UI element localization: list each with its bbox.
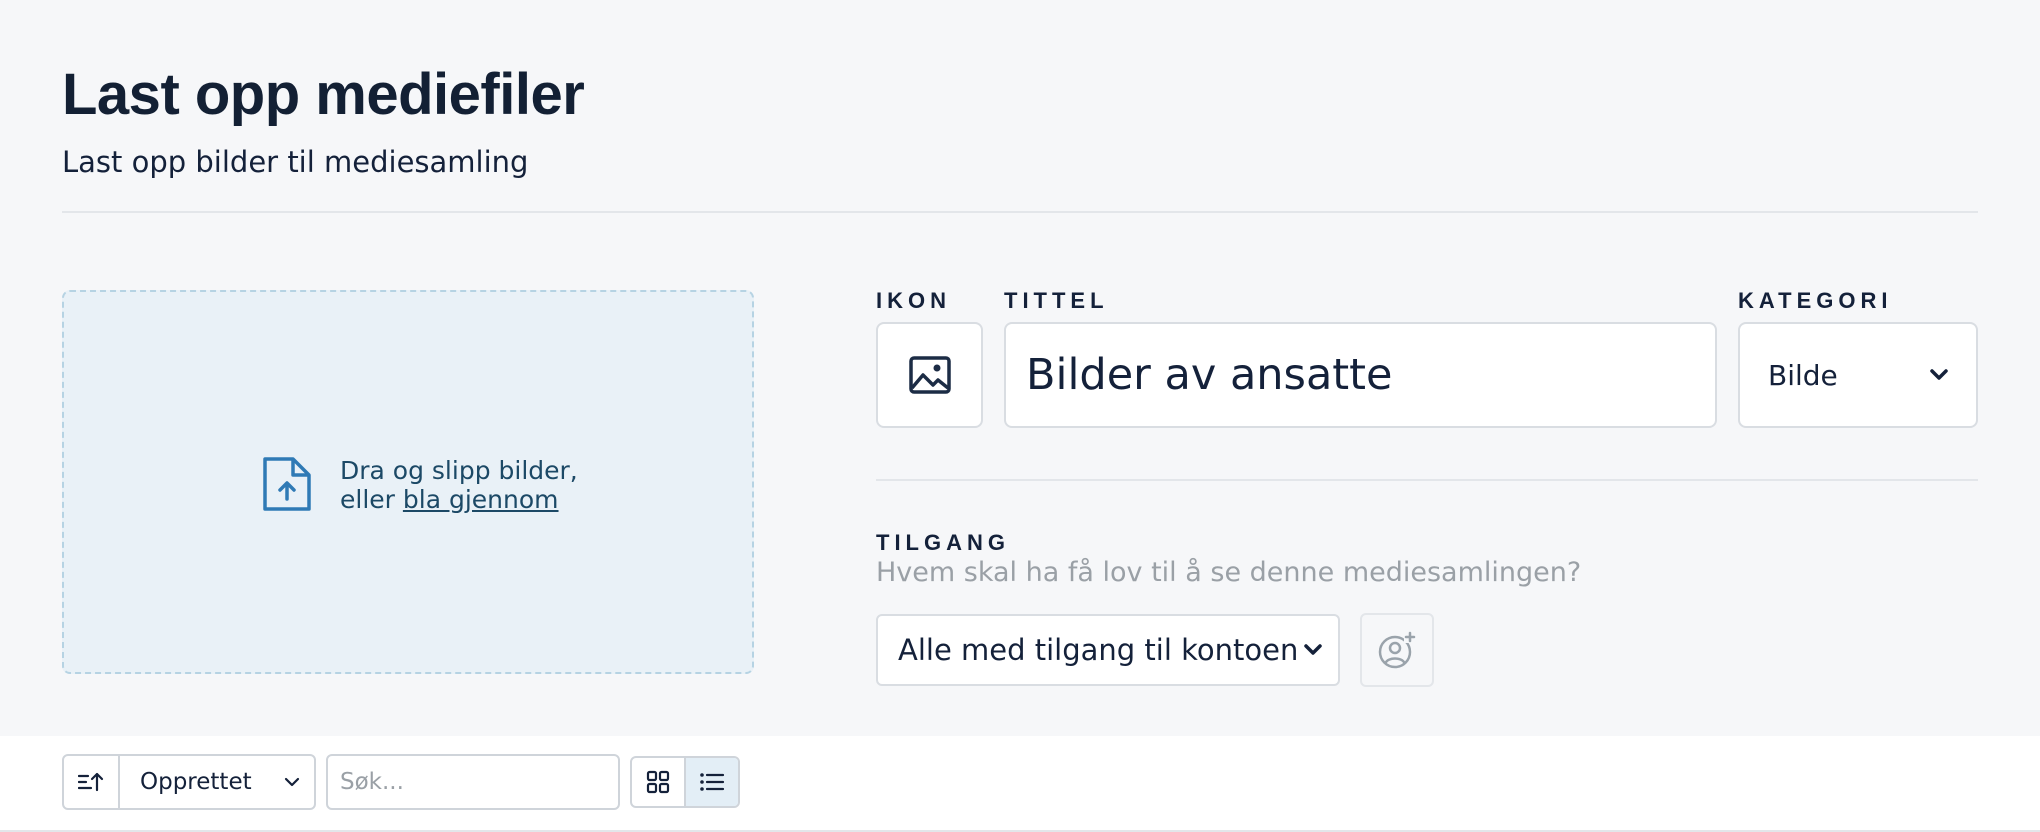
header-divider: [62, 211, 1978, 213]
sort-field-select[interactable]: Opprettet: [120, 756, 314, 808]
image-dropzone[interactable]: Dra og slipp bilder, eller bla gjennom: [62, 290, 754, 674]
dropzone-line-2: eller bla gjennom: [340, 485, 578, 514]
upload-panel: Last opp mediefiler Last opp bilder til …: [0, 0, 2040, 736]
sort-ascending-icon: [78, 772, 104, 792]
access-hint: Hvem skal ha få lov til å se denne medie…: [876, 557, 1582, 588]
title-input[interactable]: [1004, 322, 1717, 428]
dropzone-line-1: Dra og slipp bilder,: [340, 456, 578, 485]
category-select-value: Bilde: [1768, 358, 1838, 392]
page-title: Last opp mediefiler: [62, 62, 585, 127]
form-divider: [876, 479, 1978, 481]
grid-view-button[interactable]: [632, 758, 686, 806]
access-select-value: Alle med tilgang til kontoen: [898, 633, 1299, 667]
file-upload-icon: [263, 457, 311, 511]
chevron-down-icon: [1930, 369, 1948, 380]
access-label: TILGANG: [876, 530, 1010, 555]
add-user-button[interactable]: [1360, 613, 1434, 687]
icon-label: IKON: [876, 288, 951, 313]
list-view-icon: [700, 773, 725, 791]
sort-direction-button[interactable]: [64, 756, 120, 808]
list-view-button[interactable]: [686, 758, 738, 806]
chevron-down-icon: [1304, 644, 1322, 655]
category-label: KATEGORI: [1738, 288, 1893, 313]
chevron-down-icon: [284, 777, 300, 787]
page-subtitle: Last opp bilder til mediesamling: [62, 145, 529, 179]
sort-control: Opprettet: [62, 754, 316, 810]
dropzone-instructions: Dra og slipp bilder, eller bla gjennom: [340, 456, 578, 514]
sort-field-value: Opprettet: [140, 769, 252, 795]
search-input[interactable]: [326, 754, 620, 810]
image-icon: [908, 356, 951, 394]
access-select[interactable]: Alle med tilgang til kontoen: [876, 614, 1340, 686]
category-select[interactable]: Bilde: [1738, 322, 1978, 428]
upload-media-page: Last opp mediefiler Last opp bilder til …: [0, 0, 2040, 832]
browse-link[interactable]: bla gjennom: [403, 485, 559, 514]
title-label: TITTEL: [1004, 288, 1109, 313]
icon-picker-button[interactable]: [876, 322, 983, 428]
grid-view-icon: [646, 770, 670, 794]
media-toolbar: Opprettet: [0, 736, 2040, 832]
user-add-icon: [1378, 631, 1416, 669]
view-toggle: [630, 756, 740, 808]
dropzone-line-2-prefix: eller: [340, 485, 403, 514]
